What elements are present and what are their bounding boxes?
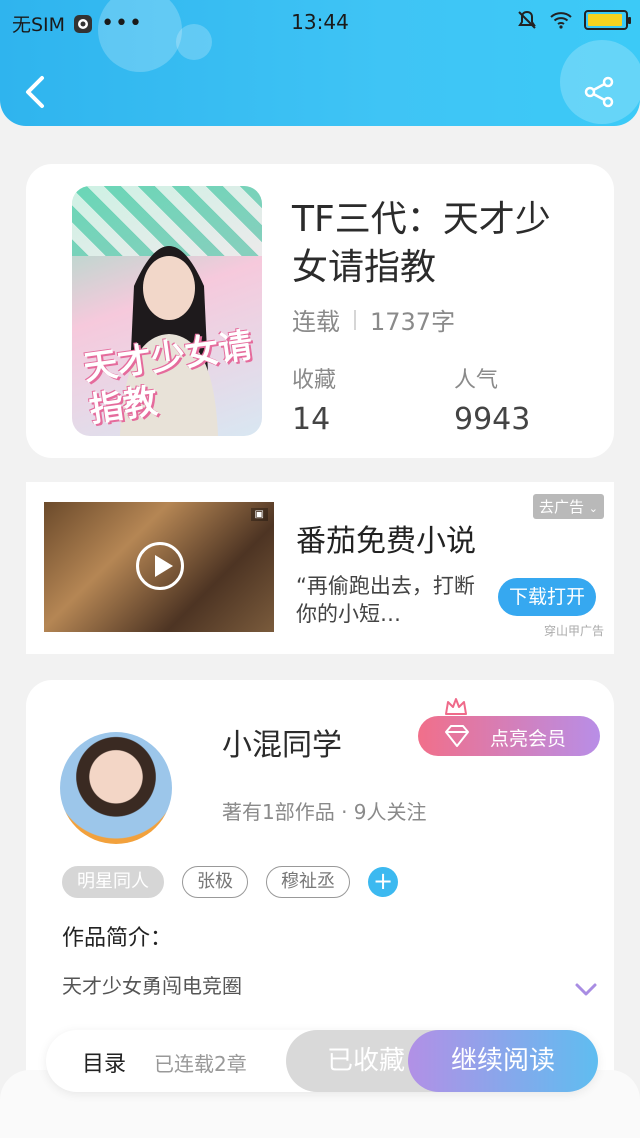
favorites-value: 14	[292, 402, 331, 437]
tag-list: 明星同人 张极 穆祉丞 +	[62, 866, 398, 898]
book-word-count: 1737字	[370, 308, 456, 336]
intro-text: 天才少女勇闯电竞圈	[62, 974, 242, 998]
divider	[354, 309, 356, 330]
play-icon	[136, 542, 184, 590]
status-bar: 无SIM ••• 13:44	[0, 0, 640, 44]
toc-button[interactable]: 目录	[82, 1046, 126, 1078]
book-info-card: 天才少女请指教 TF三代：天才少女请指教 连载 1737字 收藏 14 人气 9…	[26, 164, 614, 458]
vip-button[interactable]: 点亮会员	[418, 716, 600, 756]
ad-source: 穿山甲广告	[543, 624, 604, 638]
book-cover[interactable]: 天才少女请指教	[72, 186, 262, 436]
ad-thumb-logo: ▣	[250, 508, 268, 521]
favorites-label: 收藏	[292, 368, 337, 393]
header: 无SIM ••• 13:44	[0, 0, 640, 126]
book-status: 连载	[292, 308, 340, 336]
cover-title: 天才少女请指教	[81, 325, 256, 431]
vip-button-label: 点亮会员	[490, 728, 567, 750]
avatar[interactable]	[60, 732, 172, 844]
expand-chevron-icon[interactable]	[574, 982, 598, 998]
tag-item[interactable]: 张极	[182, 866, 248, 898]
popularity-label: 人气	[454, 368, 499, 393]
ad-banner[interactable]: ▣ 去广告 ⌄ 番茄免费小说 “再偷跑出去，打断你的小短… 下载打开 穿山甲广告	[26, 482, 614, 654]
diamond-icon	[445, 725, 469, 747]
ad-description: “再偷跑出去，打断你的小短…	[296, 574, 475, 626]
author-summary: 著有1部作品 · 9人关注	[222, 800, 427, 824]
chevron-down-icon: ⌄	[588, 502, 598, 515]
chevron-left-icon	[26, 76, 44, 108]
bottom-bar: 目录 已连载2章 已收藏 继续阅读	[46, 1030, 598, 1092]
wifi-icon	[550, 12, 572, 29]
back-button[interactable]	[20, 72, 50, 112]
battery-icon	[584, 10, 631, 30]
intro-label: 作品简介：	[62, 926, 173, 951]
tag-item[interactable]: 明星同人	[62, 866, 164, 898]
mute-icon	[518, 10, 536, 29]
remove-ad-label: 去广告	[538, 498, 584, 516]
share-button[interactable]	[584, 76, 616, 108]
continue-reading-button[interactable]: 继续阅读	[408, 1030, 598, 1092]
popularity-value: 9943	[454, 402, 531, 437]
author-name[interactable]: 小混同学	[222, 720, 342, 764]
serial-status: 已连载2章	[154, 1052, 247, 1076]
ad-title: 番茄免费小说	[296, 524, 476, 559]
ad-download-button[interactable]: 下载打开	[498, 578, 596, 616]
crown-icon	[445, 698, 467, 715]
book-meta: 连载 1737字	[292, 302, 455, 337]
book-title: TF三代：天才少女请指教	[292, 199, 551, 288]
ad-video-thumbnail[interactable]: ▣	[44, 502, 274, 632]
add-tag-button[interactable]: +	[368, 867, 398, 897]
share-icon	[584, 76, 614, 108]
tag-item[interactable]: 穆祉丞	[266, 866, 350, 898]
remove-ad-button[interactable]: 去广告 ⌄	[532, 494, 604, 519]
